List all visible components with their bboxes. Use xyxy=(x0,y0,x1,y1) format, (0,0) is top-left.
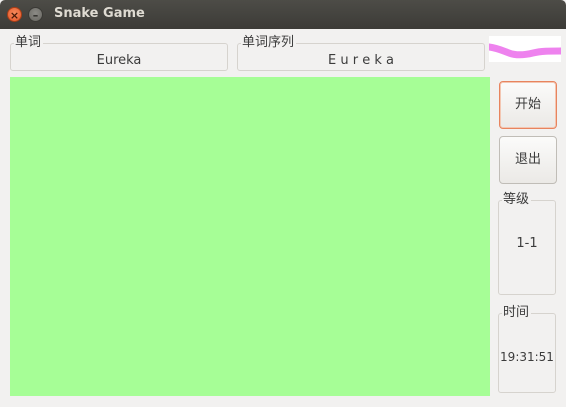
start-button[interactable]: 开始 xyxy=(499,81,557,129)
snake-preview-graphic xyxy=(489,43,561,59)
window-title: Snake Game xyxy=(54,6,145,21)
snake-game-window: × – Snake Game Eureka 单词 E u r e k a 单词序… xyxy=(0,0,566,407)
level-groupbox: 1-1 xyxy=(498,200,556,295)
game-board[interactable] xyxy=(10,77,490,396)
word-sequence-value: E u r e k a xyxy=(328,53,394,68)
quit-button[interactable]: 退出 xyxy=(499,136,557,184)
time-groupbox-label: 时间 xyxy=(502,305,532,320)
word-groupbox-label: 单词 xyxy=(14,35,44,50)
word-sequence-groupbox-label: 单词序列 xyxy=(241,35,297,50)
current-word-value: Eureka xyxy=(96,53,142,68)
minimize-window-button[interactable]: – xyxy=(28,7,43,22)
title-bar[interactable]: × – Snake Game xyxy=(0,0,566,29)
time-groupbox: 19:31:51 xyxy=(498,313,556,393)
level-groupbox-label: 等级 xyxy=(502,192,532,207)
close-window-button[interactable]: × xyxy=(7,7,22,22)
time-value: 19:31:51 xyxy=(500,350,554,364)
level-value: 1-1 xyxy=(516,236,538,251)
minimize-icon: – xyxy=(32,9,39,22)
snake-preview xyxy=(489,36,561,62)
close-icon: × xyxy=(9,9,20,22)
